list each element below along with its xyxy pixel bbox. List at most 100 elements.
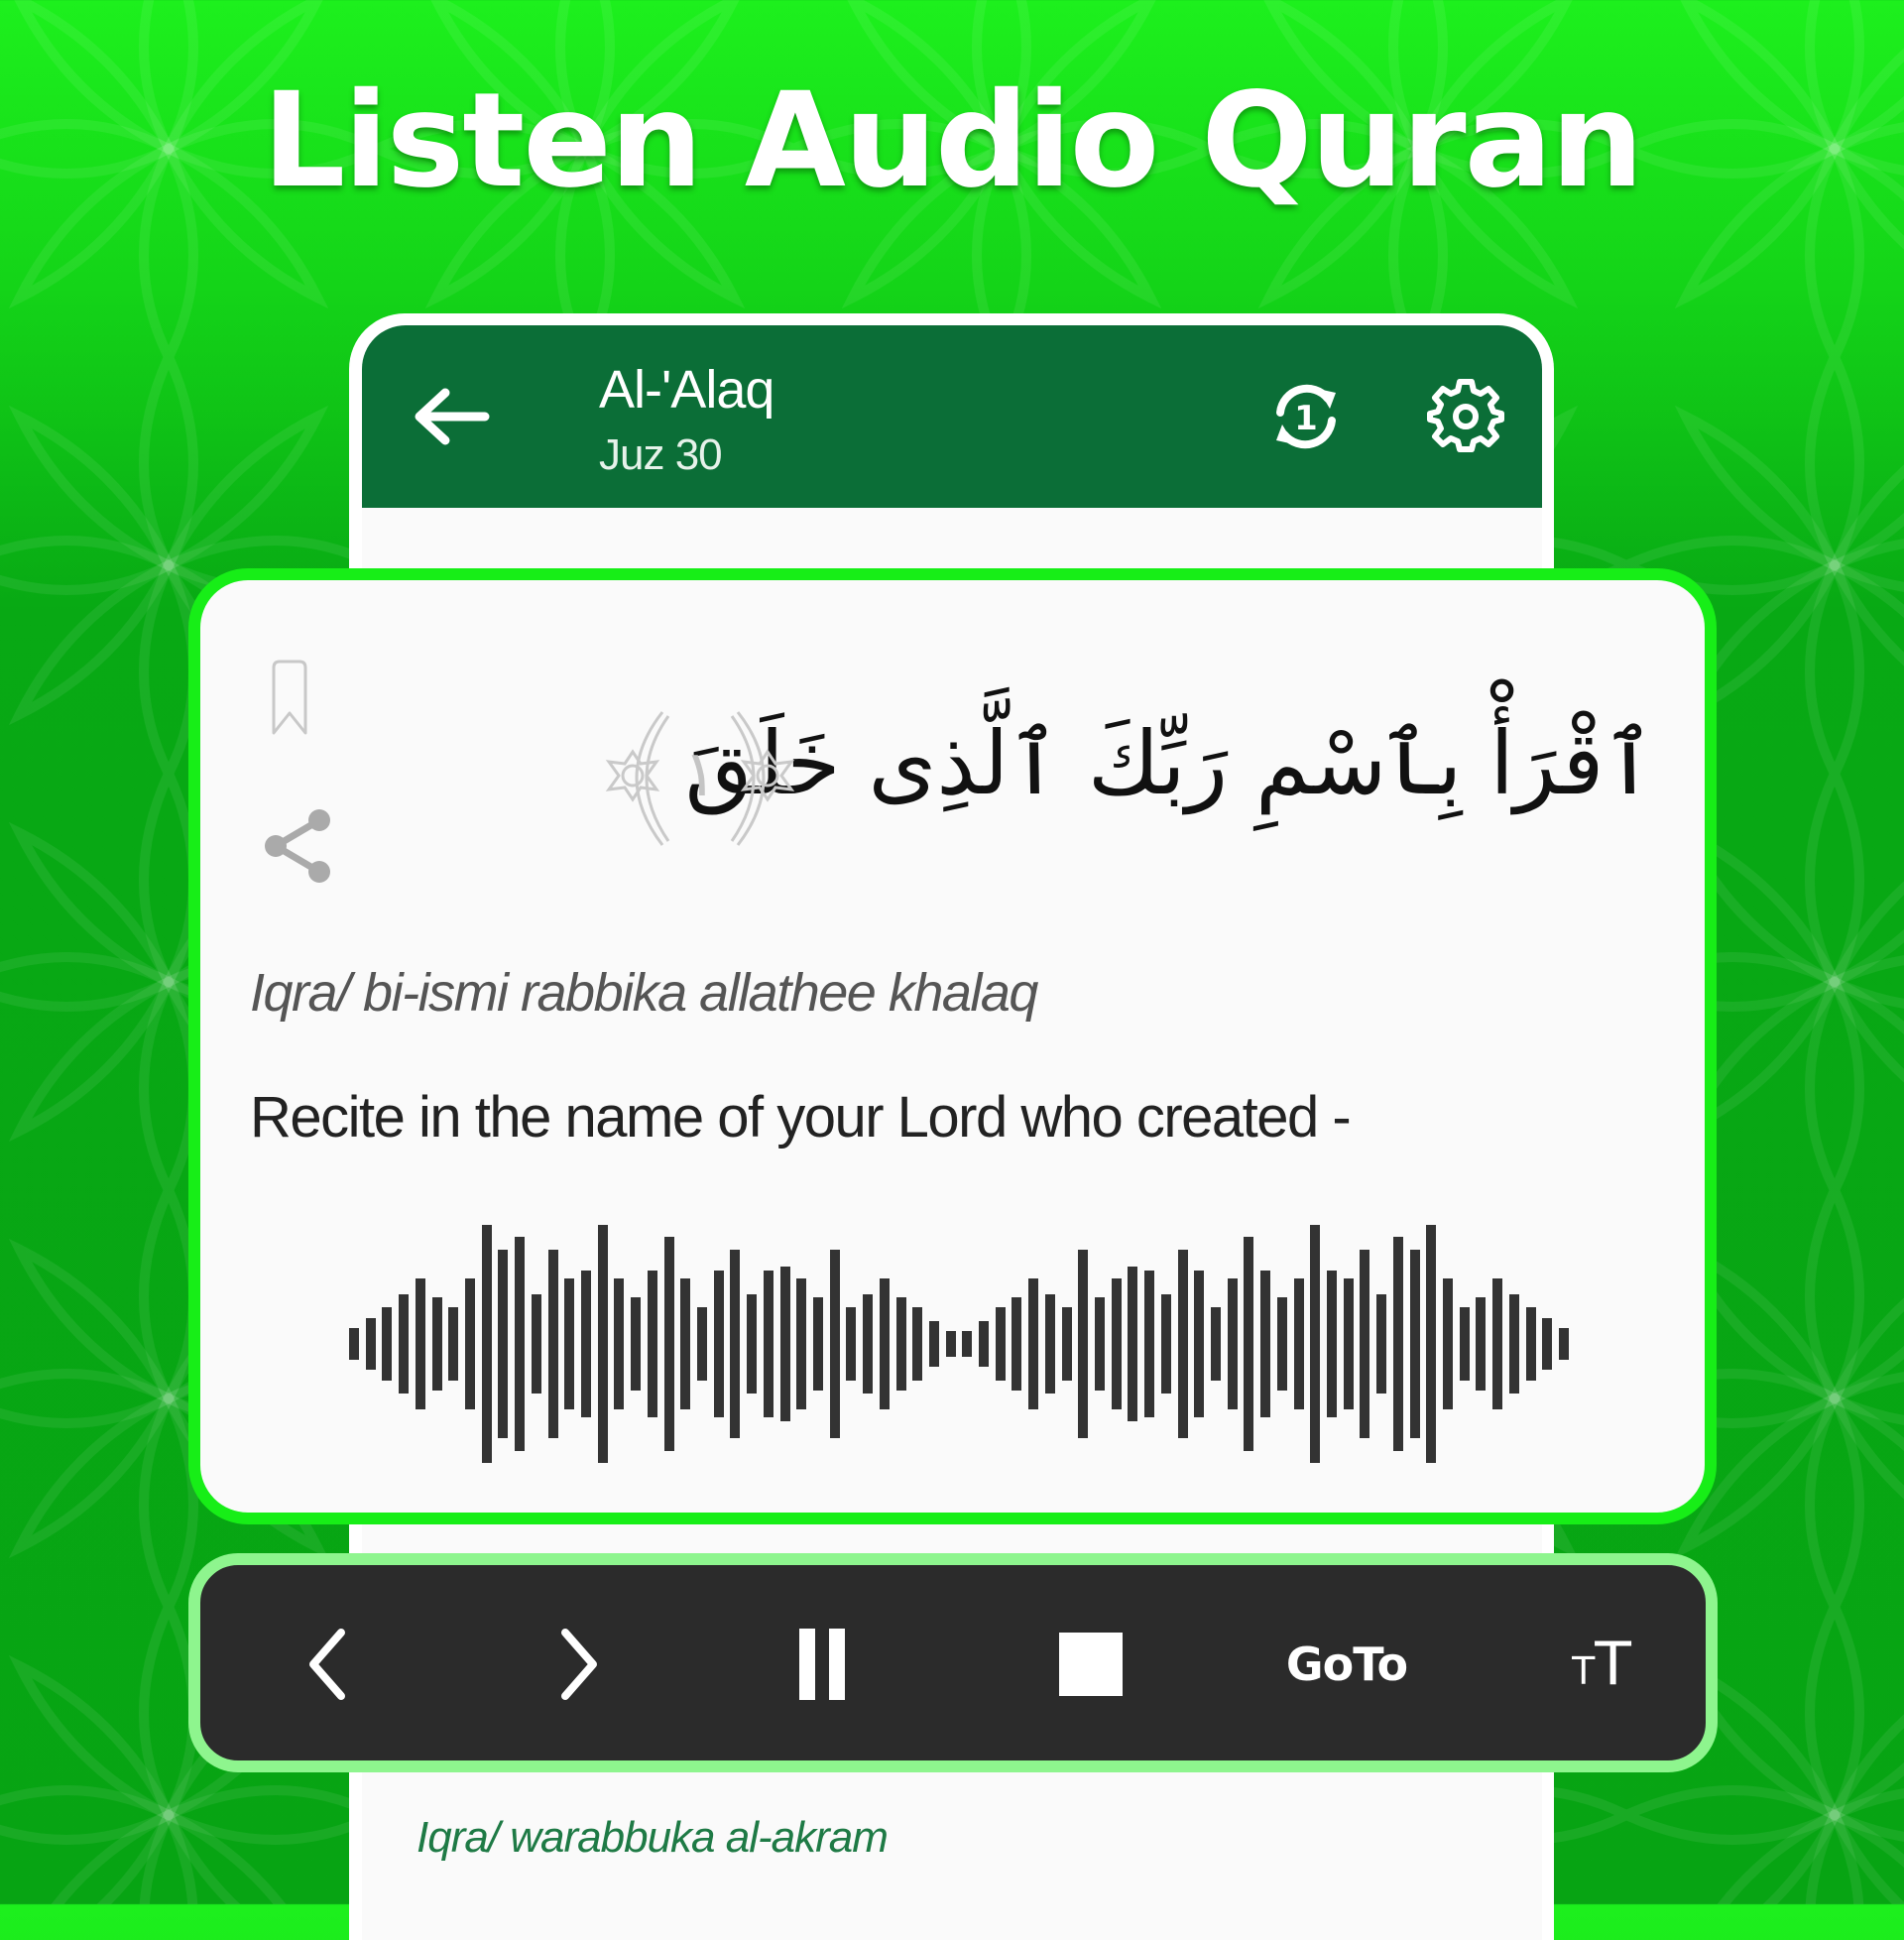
next-verse-transliteration: Iqra/ warabbuka al-akram: [416, 1813, 889, 1862]
waveform-bar: [779, 1267, 790, 1421]
verse-transliteration: Iqra/ bi-ismi rabbika allathee khalaq: [250, 963, 1038, 1023]
waveform-bar: [1426, 1225, 1437, 1463]
waveform-bar: [829, 1250, 840, 1438]
waveform-bar: [1392, 1237, 1403, 1451]
waveform-bar: [747, 1293, 758, 1394]
waveform-bar: [1492, 1278, 1503, 1409]
waveform-bar: [1012, 1297, 1022, 1391]
waveform-bar: [1459, 1306, 1470, 1382]
waveform-bar: [1293, 1278, 1304, 1409]
waveform-bar: [1244, 1237, 1254, 1451]
waveform-bar: [1160, 1293, 1171, 1394]
app-bar: Al-'Alaq Juz 30 1: [362, 325, 1542, 508]
waveform-bar: [879, 1278, 890, 1409]
waveform-bar: [464, 1278, 475, 1409]
waveform-bar: [498, 1250, 509, 1438]
waveform-bar: [597, 1225, 608, 1463]
waveform-bar: [1559, 1328, 1569, 1360]
waveform-bar: [1443, 1278, 1453, 1409]
chevron-left-icon: [309, 1629, 345, 1700]
waveform-bar: [547, 1250, 558, 1438]
waveform-bar: [1360, 1250, 1370, 1438]
waveform-bar: [962, 1330, 973, 1358]
waveform-bar: [1542, 1317, 1553, 1371]
pause-icon: [799, 1629, 845, 1700]
juz-subtitle: Juz 30: [599, 430, 723, 479]
repeat-one-icon: 1: [1276, 384, 1336, 449]
waveform-bar: [1260, 1270, 1271, 1418]
waveform-bar: [1028, 1278, 1039, 1409]
text-size-button[interactable]: TT: [1542, 1605, 1661, 1724]
waveform-bar: [647, 1270, 657, 1418]
waveform-bar: [431, 1297, 442, 1391]
audio-player-bar: GoTo TT: [188, 1553, 1718, 1772]
text-size-big-glyph: T: [1595, 1630, 1631, 1699]
next-verse-button[interactable]: [520, 1605, 639, 1724]
waveform-bar: [1211, 1306, 1222, 1382]
waveform-bar: [349, 1328, 359, 1360]
settings-button[interactable]: [1426, 377, 1505, 456]
bookmark-button[interactable]: [268, 658, 311, 737]
waveform-bar: [763, 1270, 774, 1418]
waveform-bar: [481, 1225, 492, 1463]
waveform-bar: [365, 1317, 376, 1371]
back-button[interactable]: [412, 387, 491, 446]
waveform-bar: [1095, 1297, 1106, 1391]
promo-headline: Listen Audio Quran: [262, 64, 1643, 217]
waveform-bar: [1194, 1270, 1205, 1418]
waveform-bar: [1276, 1297, 1287, 1391]
arrow-left-icon: [415, 388, 490, 445]
waveform-bar: [1310, 1225, 1321, 1463]
waveform-bar: [995, 1306, 1006, 1382]
waveform-bar: [812, 1297, 823, 1391]
waveform-bar: [399, 1293, 410, 1394]
repeat-count: 1: [1294, 399, 1318, 438]
ayah-number: ١: [682, 738, 718, 811]
waveform-bar: [1177, 1250, 1188, 1438]
waveform-bar: [515, 1237, 526, 1451]
share-button[interactable]: [258, 806, 337, 886]
verse-translation: Recite in the name of your Lord who crea…: [250, 1085, 1352, 1150]
waveform-bar: [863, 1293, 874, 1394]
stop-button[interactable]: [1031, 1605, 1150, 1724]
goto-label: GoTo: [1285, 1637, 1408, 1691]
waveform-bar: [1525, 1306, 1536, 1382]
pause-button[interactable]: [764, 1605, 883, 1724]
waveform-bar: [1078, 1250, 1089, 1438]
waveform-bar: [663, 1237, 674, 1451]
waveform-bar: [680, 1278, 691, 1409]
share-icon: [265, 809, 330, 883]
waveform-bar: [415, 1278, 425, 1409]
waveform-bar: [1227, 1278, 1238, 1409]
waveform-bar: [1111, 1278, 1122, 1409]
waveform-bar: [382, 1306, 393, 1382]
waveform-bar: [1128, 1267, 1138, 1421]
waveform-bar: [895, 1297, 906, 1391]
waveform-bar: [1343, 1278, 1354, 1409]
waveform-bar: [1376, 1293, 1387, 1394]
waveform-bar: [564, 1278, 575, 1409]
waveform-bar: [1409, 1250, 1420, 1438]
waveform-bar: [713, 1270, 724, 1418]
verse-card: ٱقْرَأْ بِٱسْمِ رَبِّكَ ٱلَّذِى خَلَقَ ١…: [188, 568, 1717, 1524]
waveform-bar: [580, 1270, 591, 1418]
goto-button[interactable]: GoTo: [1261, 1605, 1432, 1724]
repeat-one-button[interactable]: 1: [1266, 377, 1346, 456]
previous-verse-button[interactable]: [268, 1605, 387, 1724]
waveform-bar: [945, 1330, 956, 1358]
chevron-right-icon: [561, 1629, 597, 1700]
waveform-bar: [730, 1250, 741, 1438]
waveform-bar: [614, 1278, 625, 1409]
gear-icon: [1427, 379, 1504, 452]
stop-icon: [1059, 1633, 1123, 1696]
waveform-bar: [531, 1293, 541, 1394]
waveform-bar: [1476, 1297, 1487, 1391]
waveform-bar: [696, 1306, 707, 1382]
waveform-bar: [796, 1278, 807, 1409]
waveform-bar: [1061, 1306, 1072, 1382]
waveform-bar: [1508, 1293, 1519, 1394]
text-size-small-glyph: T: [1572, 1649, 1596, 1693]
waveform-bar: [1144, 1270, 1155, 1418]
bookmark-icon: [272, 660, 307, 735]
waveform-bar: [928, 1321, 939, 1367]
